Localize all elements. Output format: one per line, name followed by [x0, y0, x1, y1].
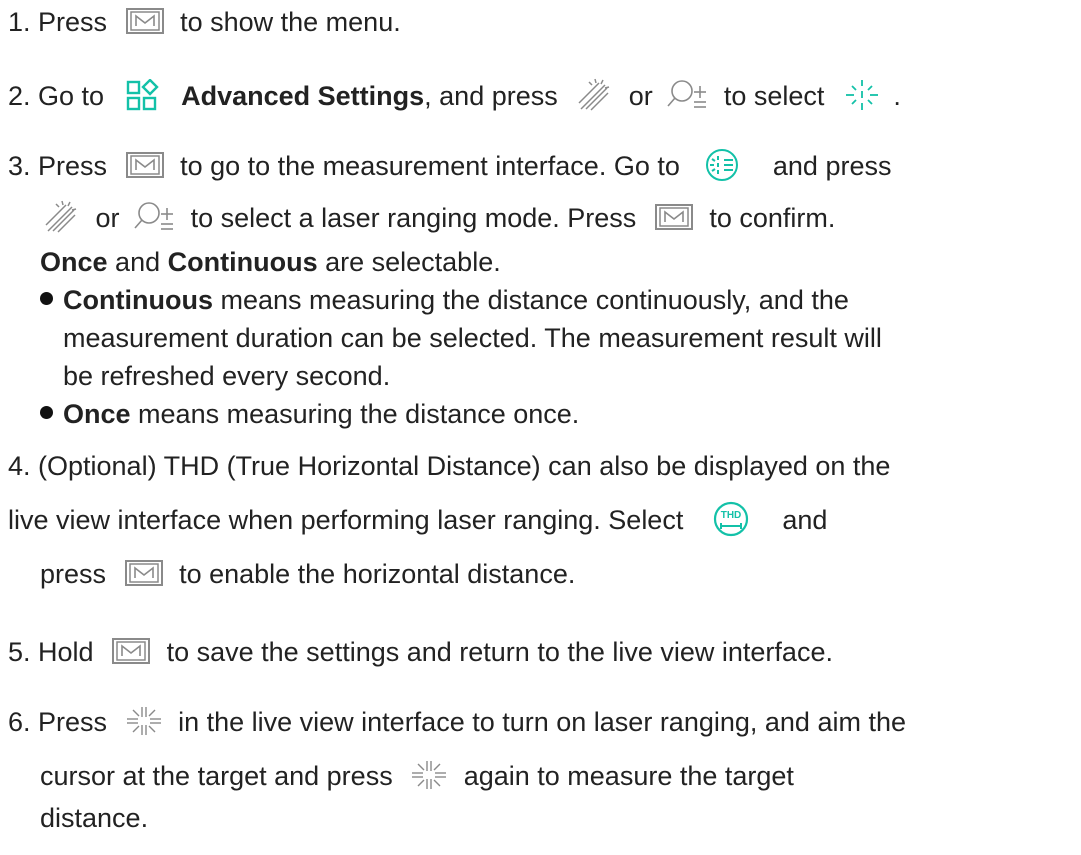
laser-mode-icon: [706, 148, 739, 181]
brightness-icon: [45, 200, 77, 233]
bullet-dot: [40, 292, 53, 306]
m-button-icon: [124, 559, 163, 586]
step-2-text: 2. Go to: [8, 81, 105, 111]
step-3-text-6: are selectable.: [325, 247, 501, 277]
laser-ranging-icon: [845, 79, 878, 110]
step-2-period: .: [893, 81, 901, 111]
document-page: { "colors": { "text": "#222222", "icon_g…: [0, 0, 1081, 855]
m-button-icon: [112, 637, 151, 664]
step-1-text-end: to show the menu.: [180, 7, 401, 37]
step-6-line-2: cursor at the target and press again to …: [40, 758, 794, 794]
step-3-text-3: and press: [772, 151, 892, 181]
zoom-icon: [667, 80, 707, 108]
advanced-settings-icon: [126, 78, 159, 111]
step-1: 1. Press to show the menu.: [8, 4, 401, 40]
brightness-icon: [578, 78, 610, 111]
step-6-text-3: cursor at the target and press: [40, 761, 393, 791]
step-4-text: live view interface when performing lase…: [8, 505, 684, 536]
step-1-text: 1. Press: [8, 7, 108, 37]
svg-text:THD: THD: [721, 510, 742, 521]
step-3-text-5: to confirm.: [709, 203, 836, 233]
m-button-icon: [654, 203, 693, 230]
bullet-once-label: Once: [63, 399, 131, 429]
step-4-press: press: [40, 559, 107, 589]
step-5-text: 5. Hold: [8, 637, 94, 667]
step-2-text-2: , and press: [424, 81, 558, 111]
bullet-once-text: means measuring the distance once.: [138, 399, 580, 429]
step-3-line-2: or to select a laser ranging mode. Press…: [40, 200, 835, 238]
step-3-text: 3. Press: [8, 151, 108, 181]
step-4-line-2: live view interface when performing lase…: [8, 501, 828, 542]
step-4-line-3: press to enable the horizontal distance.: [40, 556, 575, 592]
step-2-or: or: [628, 81, 653, 111]
advanced-settings-label: Advanced Settings: [181, 81, 425, 111]
step-4-and: and: [782, 505, 828, 536]
step-2-text-3: to select: [723, 81, 825, 111]
step-2: 2. Go to Advanced Settings, and press or…: [8, 78, 901, 116]
step-5: 5. Hold to save the settings and return …: [8, 634, 833, 670]
continuous-label: Continuous: [167, 247, 318, 277]
laser-button-icon: [126, 706, 161, 735]
step-3-line-1: 3. Press to go to the measurement interf…: [8, 148, 891, 187]
step-4-line-1: 4. (Optional) THD (True Horizontal Dista…: [8, 451, 891, 481]
bullet-continuous-text-3: be refreshed every second.: [63, 361, 391, 391]
bullet-continuous-label: Continuous: [63, 285, 213, 315]
zoom-icon: [134, 202, 174, 230]
step-3-text-4: to select a laser ranging mode. Press: [190, 203, 637, 233]
bullet-dot: [40, 406, 53, 420]
step-3-and: and: [115, 247, 161, 277]
m-button-icon: [125, 151, 164, 178]
step-3-text-2: to go to the measurement interface. Go t…: [180, 151, 680, 181]
bullet-once: Once means measuring the distance once.: [40, 396, 579, 432]
step-6-text-5: distance.: [40, 803, 149, 833]
step-3-line-3: Once and Continuous are selectable.: [40, 244, 501, 280]
step-5-text-2: to save the settings and return to the l…: [166, 637, 833, 667]
step-6-line-1: 6. Press in the live view interface to t…: [8, 704, 906, 740]
step-3-or: or: [95, 203, 120, 233]
m-button-icon: [125, 7, 164, 34]
step-6-text-4: again to measure the target: [463, 761, 794, 791]
bullet-continuous-text-1: means measuring the distance continuousl…: [220, 285, 849, 315]
thd-icon: THD: [713, 501, 748, 537]
once-label: Once: [40, 247, 108, 277]
bullet-continuous: Continuous means measuring the distance …: [40, 282, 849, 318]
step-4-text-2: to enable the horizontal distance.: [179, 559, 576, 589]
laser-button-icon: [412, 760, 447, 789]
step-6-text: 6. Press: [8, 707, 108, 737]
step-6-text-2: in the live view interface to turn on la…: [178, 707, 906, 737]
bullet-continuous-text-2: measurement duration can be selected. Th…: [63, 323, 882, 353]
